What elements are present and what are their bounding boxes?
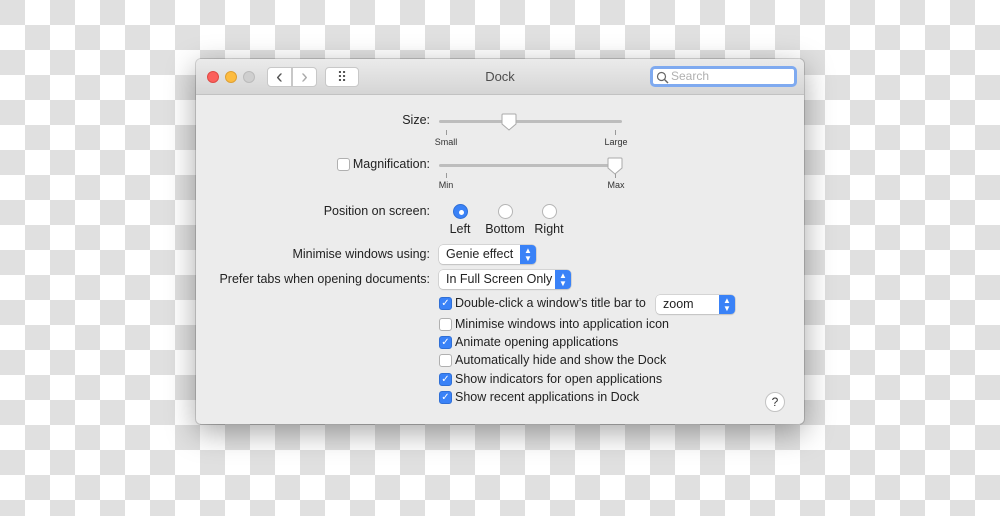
minimise-effect-popup[interactable]: Genie effect ▲ ▼ xyxy=(439,245,536,264)
position-left-radio[interactable] xyxy=(453,204,468,219)
double-click-action-value: zoom xyxy=(663,297,694,311)
option-label: Double-click a window’s title bar to xyxy=(455,296,646,310)
position-bottom-label: Bottom xyxy=(485,222,525,236)
position-label: Position on screen: xyxy=(323,204,430,218)
prefer-tabs-label: Prefer tabs when opening documents: xyxy=(219,272,430,286)
prefer-tabs-value: In Full Screen Only xyxy=(446,272,553,286)
option-checkbox[interactable]: ✓ xyxy=(439,391,452,404)
position-left-label: Left xyxy=(449,222,471,236)
help-button[interactable]: ? xyxy=(765,392,785,412)
size-slider[interactable] xyxy=(439,120,622,123)
position-right-label: Right xyxy=(534,222,564,236)
tick xyxy=(446,173,447,178)
magnification-slider[interactable] xyxy=(439,164,622,167)
option-label: Minimise windows into application icon xyxy=(455,317,669,331)
minimise-label: Minimise windows using: xyxy=(292,247,430,261)
double-click-action-popup[interactable]: zoom ▲ ▼ xyxy=(656,295,735,314)
dock-preferences-window: ‹ › ⠿ Dock Search Size: Small Large Magn… xyxy=(196,59,804,424)
updown-chevron-icon: ▲ ▼ xyxy=(555,270,571,289)
title-bar: ‹ › ⠿ Dock Search xyxy=(196,59,804,95)
option-checkbox[interactable]: ✓ xyxy=(439,297,452,310)
option-label: Animate opening applications xyxy=(455,335,619,349)
position-bottom-radio[interactable] xyxy=(498,204,513,219)
updown-chevron-icon: ▲ ▼ xyxy=(719,295,735,314)
size-label: Size: xyxy=(402,113,430,127)
size-max-label: Large xyxy=(604,137,628,147)
option-checkbox[interactable] xyxy=(439,318,452,331)
size-slider-thumb[interactable] xyxy=(501,113,517,131)
option-label: Show recent applications in Dock xyxy=(455,390,640,404)
option-label: Automatically hide and show the Dock xyxy=(455,353,667,367)
prefer-tabs-popup[interactable]: In Full Screen Only ▲ ▼ xyxy=(439,270,571,289)
tick xyxy=(615,130,616,135)
tick xyxy=(446,130,447,135)
magnification-label: Magnification: xyxy=(352,157,430,171)
updown-chevron-icon: ▲ ▼ xyxy=(520,245,536,264)
search-placeholder: Search xyxy=(671,69,710,83)
size-min-label: Small xyxy=(434,137,458,147)
minimise-effect-value: Genie effect xyxy=(446,247,514,261)
magnification-min-label: Min xyxy=(438,180,454,190)
magnification-max-label: Max xyxy=(607,180,625,190)
search-input[interactable]: Search xyxy=(650,66,797,87)
option-checkbox[interactable]: ✓ xyxy=(439,336,452,349)
magnification-slider-thumb[interactable] xyxy=(607,157,623,175)
option-checkbox[interactable] xyxy=(439,354,452,367)
option-checkbox[interactable]: ✓ xyxy=(439,373,452,386)
search-icon xyxy=(656,71,669,84)
position-right-radio[interactable] xyxy=(542,204,557,219)
option-label: Show indicators for open applications xyxy=(455,372,663,386)
